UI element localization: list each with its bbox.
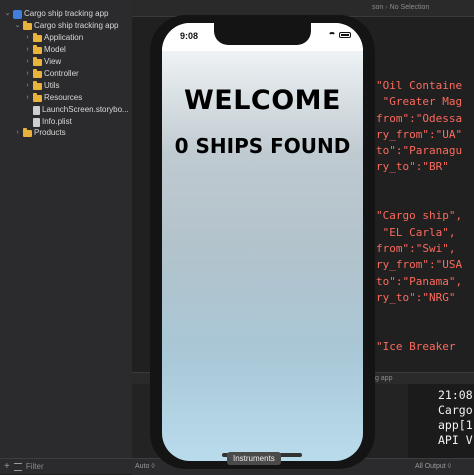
code-line: ry_to":"NRG" (376, 290, 456, 304)
code-editor[interactable]: "Oil Containe "Greater Mag from":"Odessa r… (376, 78, 474, 355)
navigator-item-label: Controller (44, 69, 79, 78)
chevron-down-icon[interactable]: ⌄ (4, 8, 11, 20)
navigator-item[interactable]: › Products (14, 127, 66, 139)
wifi-icon (328, 32, 336, 38)
instruments-tooltip: Instruments (227, 452, 281, 465)
navigator-item-label: Utils (44, 81, 60, 90)
code-line: ry_from":"UA" (376, 127, 463, 141)
navigator-footer: + Filter (0, 458, 132, 474)
navigator-item-label: Products (34, 128, 66, 137)
navigator-item[interactable]: › Model (24, 44, 66, 56)
project-icon (13, 9, 22, 19)
navigator-item-label: LaunchScreen.storybo... (42, 105, 129, 114)
breadcrumb[interactable]: son › No Selection (372, 4, 429, 11)
chevron-right-icon[interactable]: › (24, 68, 31, 80)
code-line: "Cargo ship", (376, 209, 463, 223)
simulator-screen[interactable]: 9:08 WELCOME 0 SHIPS FOUND (162, 23, 363, 461)
breadcrumb-selection[interactable]: No Selection (390, 4, 430, 11)
navigator-item[interactable]: › Resources (24, 92, 82, 104)
navigator-item-label: Resources (44, 93, 83, 102)
chevron-right-icon[interactable]: › (24, 80, 31, 92)
chevron-right-icon[interactable]: › (24, 32, 31, 44)
navigator-item[interactable]: › View (24, 56, 61, 68)
filter-icon[interactable] (13, 462, 22, 471)
navigator-item[interactable]: › Utils (24, 80, 60, 92)
code-line: to":"Panama", (376, 274, 463, 288)
navigator-item-label: Application (44, 33, 84, 42)
chevron-down-icon[interactable]: ⌄ (14, 20, 21, 32)
breadcrumb-file[interactable]: son (372, 4, 383, 11)
battery-icon (339, 32, 351, 38)
code-line: ry_from":"USA (376, 258, 463, 272)
folder-icon (33, 92, 42, 102)
console-line: API V (438, 433, 473, 447)
code-line: ry_to":"BR" (376, 160, 449, 174)
status-icons (328, 32, 351, 38)
console-line: 21:08 (438, 388, 473, 402)
chevron-right-icon[interactable]: › (24, 92, 31, 104)
folder-icon (33, 68, 42, 78)
folder-icon (23, 127, 32, 137)
code-line: "Greater Mag (376, 95, 463, 109)
folder-icon (33, 44, 42, 54)
navigator-item-label: Cargo ship tracking app (34, 21, 119, 30)
navigator-item[interactable]: › Controller (24, 68, 79, 80)
chevron-right-icon: › (385, 4, 388, 11)
chevron-right-icon[interactable]: › (24, 44, 31, 56)
status-time: 9:08 (180, 31, 199, 41)
navigator-item[interactable]: ⌄ Cargo ship tracking app (14, 20, 119, 32)
auto-selector[interactable]: Auto ◊ (135, 463, 155, 470)
output-selector[interactable]: All Output ◊ (415, 463, 451, 470)
navigator-item[interactable]: › Application (24, 32, 83, 44)
device-notch (214, 23, 311, 45)
folder-icon (33, 80, 42, 90)
navigator-item-label: View (44, 57, 62, 66)
navigator-item[interactable]: ⌄ Cargo ship tracking app (4, 8, 109, 20)
file-icon (33, 105, 40, 115)
code-line: from":"Odessa (376, 111, 463, 125)
plus-icon[interactable]: + (4, 461, 10, 472)
chevron-right-icon[interactable]: › (24, 56, 31, 68)
navigator-item-label: Cargo ship tracking app (24, 9, 109, 18)
folder-icon (33, 56, 42, 66)
code-line: "EL Carla", (376, 225, 456, 239)
simulator-device: 9:08 WELCOME 0 SHIPS FOUND (150, 15, 375, 469)
filter-field[interactable]: Filter (26, 462, 44, 471)
chevron-right-icon[interactable]: › (14, 127, 21, 139)
navigator-item[interactable]: LaunchScreen.storybo... (24, 104, 129, 116)
folder-icon (33, 32, 42, 42)
code-line: to":"Paranagu (376, 144, 463, 158)
file-icon (33, 117, 40, 127)
console-line: app[1 (438, 418, 473, 432)
folder-icon (23, 20, 32, 30)
code-line: "Oil Containe (376, 79, 463, 92)
console-output[interactable]: 21:08 Cargo app[1 API V (408, 384, 474, 458)
console-line: Cargo (438, 403, 473, 417)
ships-found-label: 0 SHIPS FOUND (174, 134, 351, 158)
welcome-title: WELCOME (183, 85, 341, 116)
project-navigator: ⌄ Cargo ship tracking app ⌄ Cargo ship trac… (0, 0, 132, 474)
code-line: "Ice Breaker (376, 339, 456, 353)
navigator-item-label: Model (44, 45, 66, 54)
code-line: from":"Swi", (376, 241, 456, 255)
